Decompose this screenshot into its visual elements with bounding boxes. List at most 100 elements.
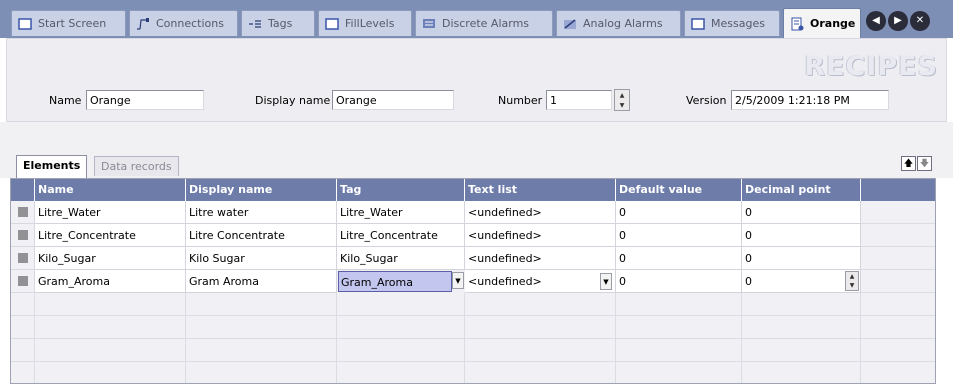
row-selector-icon[interactable]: [11, 201, 35, 224]
discrete-alarms-icon: [422, 18, 436, 30]
table-cell[interactable]: Litre_Water: [337, 201, 465, 224]
spin-up-icon[interactable]: ▲: [615, 90, 629, 100]
spin-down-icon[interactable]: ▼: [615, 100, 629, 110]
table-cell[interactable]: 0: [616, 224, 742, 247]
row-selector-icon[interactable]: [11, 224, 35, 247]
empty-row-selector: [11, 316, 35, 339]
empty-cell: [861, 362, 935, 383]
name-field[interactable]: Orange: [86, 90, 204, 110]
empty-cell: [465, 316, 616, 339]
empty-cell: [861, 339, 935, 362]
table-cell[interactable]: <undefined>: [465, 270, 616, 293]
table-cell[interactable]: Kilo Sugar: [186, 247, 337, 270]
empty-cell: [186, 316, 337, 339]
elements-table: Name Display name Tag Text list Default …: [10, 178, 936, 384]
filler-cell: [861, 224, 935, 247]
version-field: 2/5/2009 1:21:18 PM: [731, 90, 889, 110]
text-list-dropdown-arrow-icon[interactable]: ▼: [600, 273, 612, 290]
version-label: Version: [686, 94, 727, 107]
filler-cell: [861, 247, 935, 270]
number-field[interactable]: 1: [546, 90, 612, 110]
empty-cell: [616, 316, 742, 339]
empty-cell: [35, 316, 186, 339]
screen-icon: [18, 17, 32, 30]
connections-icon: [136, 17, 150, 30]
tab-discrete-alarms[interactable]: Discrete Alarms: [415, 10, 553, 36]
column-header-default-value[interactable]: Default value: [616, 179, 742, 201]
close-editor-icon[interactable]: ✕: [910, 11, 930, 31]
column-header-tag[interactable]: Tag: [337, 179, 465, 201]
empty-row-selector: [11, 362, 35, 383]
table-cell[interactable]: Litre_Concentrate: [35, 224, 186, 247]
tab-analog-alarms[interactable]: Analog Alarms: [556, 10, 681, 36]
tab-label: Tags: [268, 17, 293, 30]
screen-icon: [691, 17, 705, 30]
tab-start-screen[interactable]: Start Screen: [11, 10, 126, 36]
table-cell[interactable]: 0: [742, 247, 861, 270]
table-cell[interactable]: Litre water: [186, 201, 337, 224]
tab-tags[interactable]: Tags: [241, 10, 315, 36]
empty-cell: [742, 362, 861, 383]
table-cell[interactable]: Kilo_Sugar: [337, 247, 465, 270]
tab-label: Analog Alarms: [583, 17, 663, 30]
table-cell[interactable]: Gram Aroma: [186, 270, 337, 293]
tab-data-records[interactable]: Data records: [94, 156, 179, 176]
tab-orange[interactable]: Orange: [783, 8, 861, 38]
table-cell[interactable]: <undefined>: [465, 201, 616, 224]
empty-cell: [337, 316, 465, 339]
table-cell[interactable]: Litre_Water: [35, 201, 186, 224]
table-cell[interactable]: <undefined>: [465, 224, 616, 247]
decimal-point-spinner[interactable]: ▲ ▼: [845, 271, 859, 291]
spin-up-icon[interactable]: ▲: [846, 272, 858, 281]
empty-cell: [861, 293, 935, 316]
empty-cell: [742, 339, 861, 362]
scroll-tabs-left-icon[interactable]: ◀: [866, 11, 886, 31]
table-cell[interactable]: 0: [616, 201, 742, 224]
table-cell[interactable]: 0: [742, 224, 861, 247]
row-selector-icon[interactable]: [11, 270, 35, 293]
table-cell[interactable]: Litre Concentrate: [186, 224, 337, 247]
column-header-decimal-point[interactable]: Decimal point: [742, 179, 861, 201]
table-cell[interactable]: Litre_Concentrate: [337, 224, 465, 247]
tab-label: Messages: [711, 17, 765, 30]
empty-cell: [742, 293, 861, 316]
display-name-label: Display name: [255, 94, 331, 107]
table-cell[interactable]: Gram_Aroma: [35, 270, 186, 293]
empty-cell: [35, 293, 186, 316]
tags-icon: [248, 18, 262, 30]
page-title: RECIPES: [804, 51, 938, 82]
empty-cell: [742, 316, 861, 339]
row-selector-icon[interactable]: [11, 247, 35, 270]
table-cell[interactable]: 0: [742, 270, 861, 293]
empty-cell: [337, 293, 465, 316]
move-down-icon[interactable]: 🡇: [917, 156, 932, 171]
tab-messages[interactable]: Messages: [684, 10, 780, 36]
empty-cell: [186, 293, 337, 316]
number-spinner[interactable]: ▲ ▼: [614, 89, 630, 111]
table-cell[interactable]: 0: [742, 201, 861, 224]
empty-cell: [35, 362, 186, 383]
spin-down-icon[interactable]: ▼: [846, 281, 858, 290]
column-header-text-list[interactable]: Text list: [465, 179, 616, 201]
empty-cell: [337, 362, 465, 383]
empty-cell: [35, 339, 186, 362]
filler-cell: [861, 270, 935, 293]
filler-cell: [861, 201, 935, 224]
tab-connections[interactable]: Connections: [129, 10, 238, 36]
tag-dropdown-arrow-icon[interactable]: ▼: [452, 272, 464, 289]
analog-alarms-icon: [563, 18, 577, 30]
table-cell[interactable]: Kilo_Sugar: [35, 247, 186, 270]
table-cell[interactable]: 0: [616, 247, 742, 270]
tag-dropdown-selected[interactable]: Gram_Aroma: [338, 271, 452, 292]
scroll-tabs-right-icon[interactable]: ▶: [888, 11, 908, 31]
tab-elements[interactable]: Elements: [16, 155, 88, 178]
display-name-field[interactable]: Orange: [332, 90, 454, 110]
table-cell[interactable]: <undefined>: [465, 247, 616, 270]
table-cell[interactable]: 0: [616, 270, 742, 293]
column-header-display-name[interactable]: Display name: [186, 179, 337, 201]
empty-cell: [465, 339, 616, 362]
column-header-filler: [861, 179, 935, 201]
move-up-icon[interactable]: 🡅: [901, 156, 916, 171]
column-header-name[interactable]: Name: [35, 179, 186, 201]
tab-filllevels[interactable]: FillLevels: [318, 10, 412, 36]
